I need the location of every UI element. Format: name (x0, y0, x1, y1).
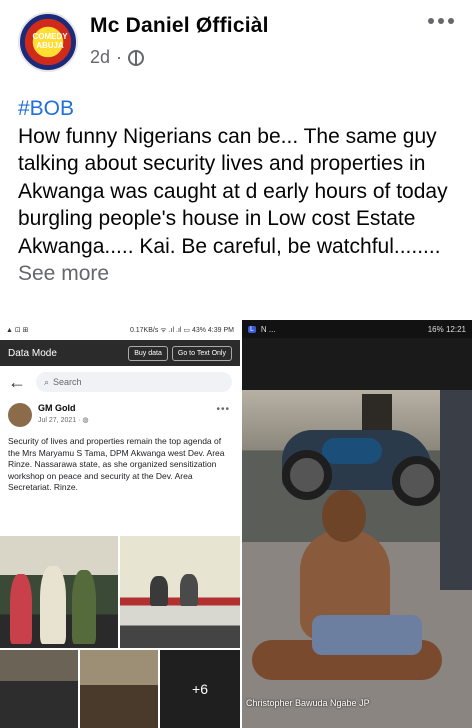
inner-more-icon: ••• (216, 404, 230, 415)
status-right-text: 16% 12:21 (427, 324, 466, 334)
man-shorts (312, 615, 422, 655)
post-image-right[interactable]: L N ... 16% 12:21 Christopher Bawuda Nga… (242, 320, 472, 728)
person-figure (40, 566, 66, 644)
status-left-text: N ... (260, 324, 276, 334)
event-photo (0, 536, 118, 648)
see-more-link[interactable]: See more (18, 262, 109, 285)
post-meta: 2d · (90, 47, 145, 68)
author-name[interactable]: Mc Daniel Øfficiàl (90, 14, 269, 38)
search-placeholder: Search (53, 377, 82, 387)
post-image-left[interactable]: ▲ ⊡ ⊞ 0.17KB/s ᯤ .ıl .ıl ▭ 43% 4:39 PM D… (0, 320, 240, 728)
dot-icon (438, 18, 444, 24)
inner-globe-icon: ◍ (82, 417, 89, 424)
inner-post-header: GM Gold Jul 27, 2021 · ◍ ••• (0, 398, 240, 434)
photo-caption: Christopher Bawuda Ngabe JP (246, 698, 370, 708)
search-box: ⌕ Search (36, 372, 232, 392)
inner-post-date: Jul 27, 2021 · ◍ (38, 416, 88, 424)
street-photo (242, 390, 472, 728)
search-icon: ⌕ (44, 376, 50, 387)
man-head (322, 490, 366, 542)
person-figure (72, 570, 96, 644)
inner-avatar (8, 403, 32, 427)
status-left: L N ... (248, 325, 276, 334)
status-bar-right: 0.17KB/s ᯤ .ıl .ıl ▭ 43% 4:39 PM (129, 326, 234, 334)
event-photo (0, 650, 78, 728)
post-body: How funny Nigerians can be... The same g… (18, 124, 448, 258)
bystander (440, 390, 472, 590)
more-photos-count: +6 (160, 650, 240, 728)
phone-status-bar-dark: L N ... 16% 12:21 (242, 320, 472, 338)
buy-data-button: Buy data (128, 345, 168, 361)
inner-date-text: Jul 27, 2021 · (38, 417, 83, 424)
avatar-logo-text: COMEDY ABUJA (32, 32, 68, 50)
status-bar-left: ▲ ⊡ ⊞ (6, 327, 29, 334)
author-avatar[interactable]: COMEDY ABUJA (18, 12, 78, 72)
data-mode-buttons: Buy data Go to Text Only (128, 345, 232, 361)
post-text: #BOB How funny Nigerians can be... The s… (18, 95, 466, 288)
data-mode-label: Data Mode (8, 347, 57, 359)
event-photo (80, 650, 158, 728)
motorcycle-wheel (392, 456, 442, 506)
meta-separator: · (116, 47, 123, 67)
person-figure (10, 574, 32, 644)
inner-author-name: GM Gold (38, 403, 76, 413)
app-tag-icon: L (248, 325, 256, 333)
hashtag-link[interactable]: #BOB (18, 95, 466, 123)
back-arrow-icon: ← (8, 371, 26, 392)
person-figure (150, 576, 168, 606)
event-photo: +6 (160, 650, 240, 728)
inner-post-text: Security of lives and properties remain … (0, 434, 240, 530)
globe-icon (128, 49, 145, 66)
event-photo (120, 536, 240, 648)
dot-icon (428, 18, 434, 24)
person-figure (180, 574, 198, 606)
go-text-only-button: Go to Text Only (171, 345, 232, 361)
dot-icon (448, 18, 454, 24)
motorcycle-wheel (282, 450, 332, 500)
search-row: ← ⌕ Search (0, 366, 240, 398)
motorcycle-tank (322, 438, 382, 464)
post-header: COMEDY ABUJA Mc Daniel Øfficiàl 2d · (0, 0, 472, 80)
inner-photo-grid: +6 (0, 536, 240, 728)
more-options-button[interactable] (428, 18, 454, 24)
data-mode-bar: Data Mode Buy data Go to Text Only (0, 340, 240, 366)
post-time[interactable]: 2d (90, 47, 110, 68)
phone-status-bar: ▲ ⊡ ⊞ 0.17KB/s ᯤ .ıl .ıl ▭ 43% 4:39 PM (0, 320, 240, 340)
